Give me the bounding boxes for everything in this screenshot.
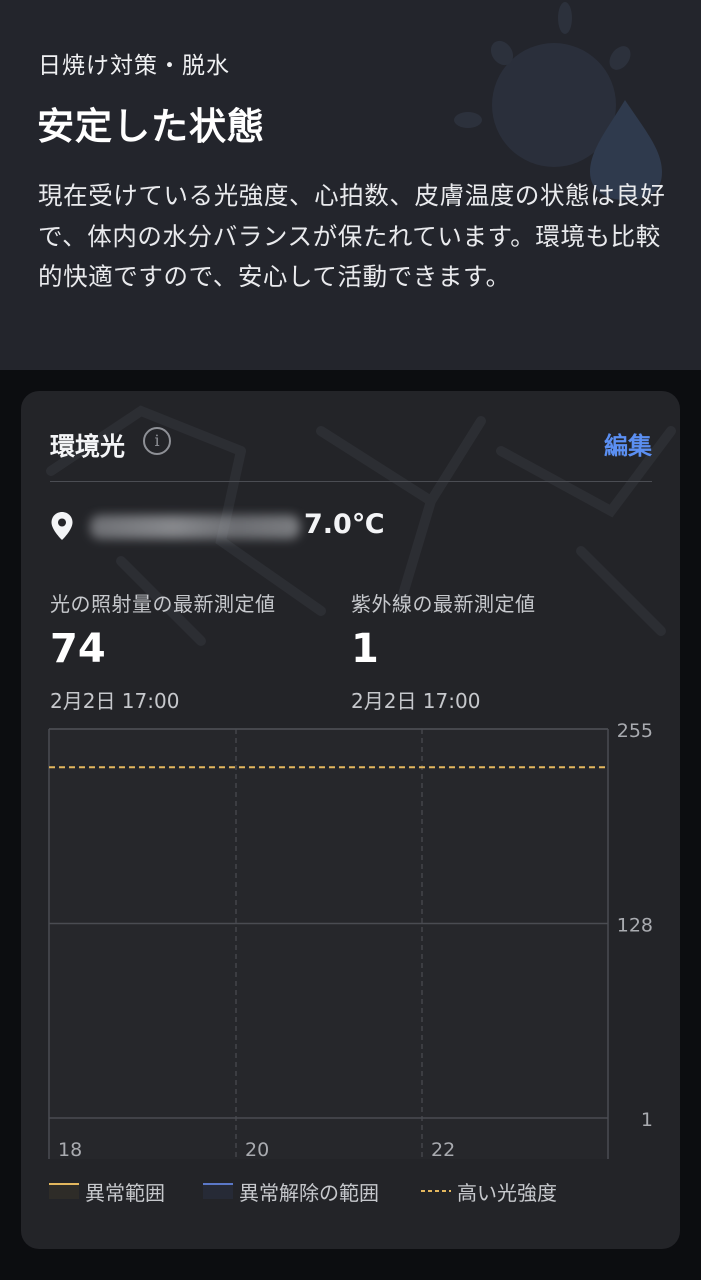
- x-tick-label: 18: [58, 1139, 82, 1161]
- x-tick-label: 20: [245, 1139, 269, 1161]
- location-row: 7.0℃: [50, 509, 450, 543]
- temperature-value: 7.0℃: [304, 509, 385, 540]
- status-header: 日焼け対策・脱水 安定した状態 現在受けている光強度、心拍数、皮膚温度の状態は良…: [0, 0, 701, 370]
- ambient-light-card: 環境光 i 編集 7.0℃ 光の照射量の最新測定値 74 2月2日 17:00 …: [21, 391, 680, 1249]
- light-dose-metric: 光の照射量の最新測定値 74 2月2日 17:00: [50, 588, 276, 714]
- metric-time: 2月2日 17:00: [50, 689, 180, 713]
- legend-item-abnormal: 異常範囲: [49, 1176, 165, 1206]
- metric-label: 紫外線の最新測定値: [351, 592, 536, 616]
- y-tick-label: 1: [641, 1109, 653, 1131]
- location-pin-icon: [51, 512, 73, 540]
- legend-label: 高い光強度: [457, 1180, 557, 1205]
- y-tick-label: 255: [617, 720, 653, 742]
- card-title: 環境光: [50, 432, 126, 461]
- edit-button[interactable]: 編集: [604, 426, 652, 461]
- uv-metric: 紫外線の最新測定値 1 2月2日 17:00: [351, 588, 536, 714]
- metric-value: 1: [351, 626, 379, 672]
- category-label: 日焼け対策・脱水: [38, 53, 230, 79]
- legend-item-high-intensity: 高い光強度: [421, 1176, 557, 1206]
- location-name-redacted: [90, 515, 300, 539]
- legend-swatch: [421, 1190, 451, 1192]
- metric-value: 74: [50, 626, 106, 672]
- status-description: 現在受けている光強度、心拍数、皮膚温度の状態は良好で、体内の水分バランスが保たれ…: [38, 181, 666, 291]
- y-tick-label: 128: [617, 915, 653, 937]
- chart-legend: 異常範囲 異常解除の範囲 高い光強度: [49, 1176, 659, 1206]
- x-tick-label: 22: [431, 1139, 455, 1161]
- legend-swatch: [203, 1183, 233, 1199]
- metric-time: 2月2日 17:00: [351, 689, 481, 713]
- metric-label: 光の照射量の最新測定値: [50, 592, 276, 616]
- info-icon[interactable]: i: [143, 427, 171, 455]
- status-title: 安定した状態: [37, 105, 265, 148]
- light-intensity-chart: 255 128 1 18 20 22: [48, 720, 653, 1161]
- legend-label: 異常範囲: [85, 1180, 165, 1205]
- legend-item-recovered: 異常解除の範囲: [203, 1176, 379, 1206]
- legend-swatch: [49, 1183, 79, 1199]
- legend-label: 異常解除の範囲: [239, 1180, 379, 1205]
- divider: [50, 481, 652, 482]
- plot-area: [49, 729, 608, 1159]
- sun-drop-illustration: [454, 2, 662, 200]
